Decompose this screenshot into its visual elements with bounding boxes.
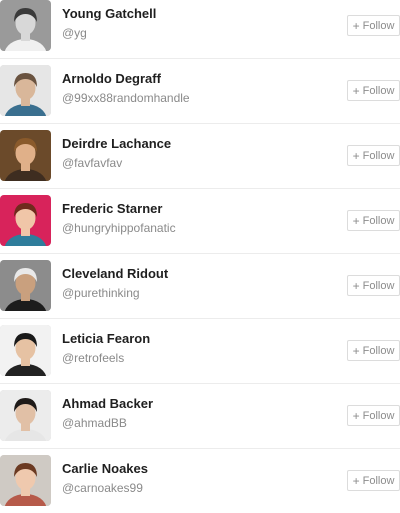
plus-icon: + — [352, 343, 360, 358]
follow-label: Follow — [362, 149, 395, 162]
user-row: Carlie Noakes @carnoakes99 + Follow — [0, 449, 400, 513]
follow-button[interactable]: + Follow — [347, 210, 400, 231]
user-handle: @ahmadBB — [62, 416, 127, 430]
user-row: Frederic Starner @hungryhippofanatic + Foll… — [0, 189, 400, 254]
plus-icon: + — [352, 473, 360, 488]
user-avatar[interactable] — [0, 455, 51, 506]
plus-icon: + — [352, 148, 360, 163]
follow-label: Follow — [362, 84, 395, 97]
user-avatar[interactable] — [0, 195, 51, 246]
follow-button[interactable]: + Follow — [347, 470, 400, 491]
user-handle: @hungryhippofanatic — [62, 221, 176, 235]
user-handle: @favfavfav — [62, 156, 123, 170]
user-name[interactable]: Frederic Starner — [62, 201, 162, 216]
user-row: Arnoldo Degraff @99xx88randomhandle + Follo… — [0, 59, 400, 124]
user-row: Cleveland Ridout @purethinking + Follow — [0, 254, 400, 319]
user-handle: @retrofeels — [62, 351, 125, 365]
user-handle: @yg — [62, 26, 87, 40]
user-name[interactable]: Deirdre Lachance — [62, 136, 171, 151]
user-row: Ahmad Backer @ahmadBB + Follow — [0, 384, 400, 449]
follow-label: Follow — [362, 214, 395, 227]
user-name[interactable]: Cleveland Ridout — [62, 266, 168, 281]
user-handle: @99xx88randomhandle — [62, 91, 190, 105]
user-handle: @purethinking — [62, 286, 140, 300]
follow-label: Follow — [362, 474, 395, 487]
follow-button[interactable]: + Follow — [347, 405, 400, 426]
user-handle: @carnoakes99 — [62, 481, 143, 495]
plus-icon: + — [352, 278, 360, 293]
user-avatar[interactable] — [0, 390, 51, 441]
follow-button[interactable]: + Follow — [347, 15, 400, 36]
user-name[interactable]: Young Gatchell — [62, 6, 156, 21]
user-row: Young Gatchell @yg + Follow — [0, 0, 400, 59]
plus-icon: + — [352, 83, 360, 98]
user-name[interactable]: Ahmad Backer — [62, 396, 153, 411]
user-avatar[interactable] — [0, 325, 51, 376]
follow-button[interactable]: + Follow — [347, 340, 400, 361]
follow-label: Follow — [362, 19, 395, 32]
follow-label: Follow — [362, 344, 395, 357]
plus-icon: + — [352, 213, 360, 228]
user-row: Deirdre Lachance @favfavfav + Follow — [0, 124, 400, 189]
follow-button[interactable]: + Follow — [347, 80, 400, 101]
user-avatar[interactable] — [0, 130, 51, 181]
follow-button[interactable]: + Follow — [347, 275, 400, 296]
user-row: Leticia Fearon @retrofeels + Follow — [0, 319, 400, 384]
follow-label: Follow — [362, 409, 395, 422]
user-name[interactable]: Arnoldo Degraff — [62, 71, 161, 86]
user-avatar[interactable] — [0, 260, 51, 311]
follow-button[interactable]: + Follow — [347, 145, 400, 166]
user-name[interactable]: Leticia Fearon — [62, 331, 150, 346]
user-avatar[interactable] — [0, 65, 51, 116]
user-avatar[interactable] — [0, 0, 51, 51]
user-list: Young Gatchell @yg + Follow Arnoldo Degraff @… — [0, 0, 400, 513]
follow-label: Follow — [362, 279, 395, 292]
user-name[interactable]: Carlie Noakes — [62, 461, 148, 476]
plus-icon: + — [352, 408, 360, 423]
plus-icon: + — [352, 18, 360, 33]
